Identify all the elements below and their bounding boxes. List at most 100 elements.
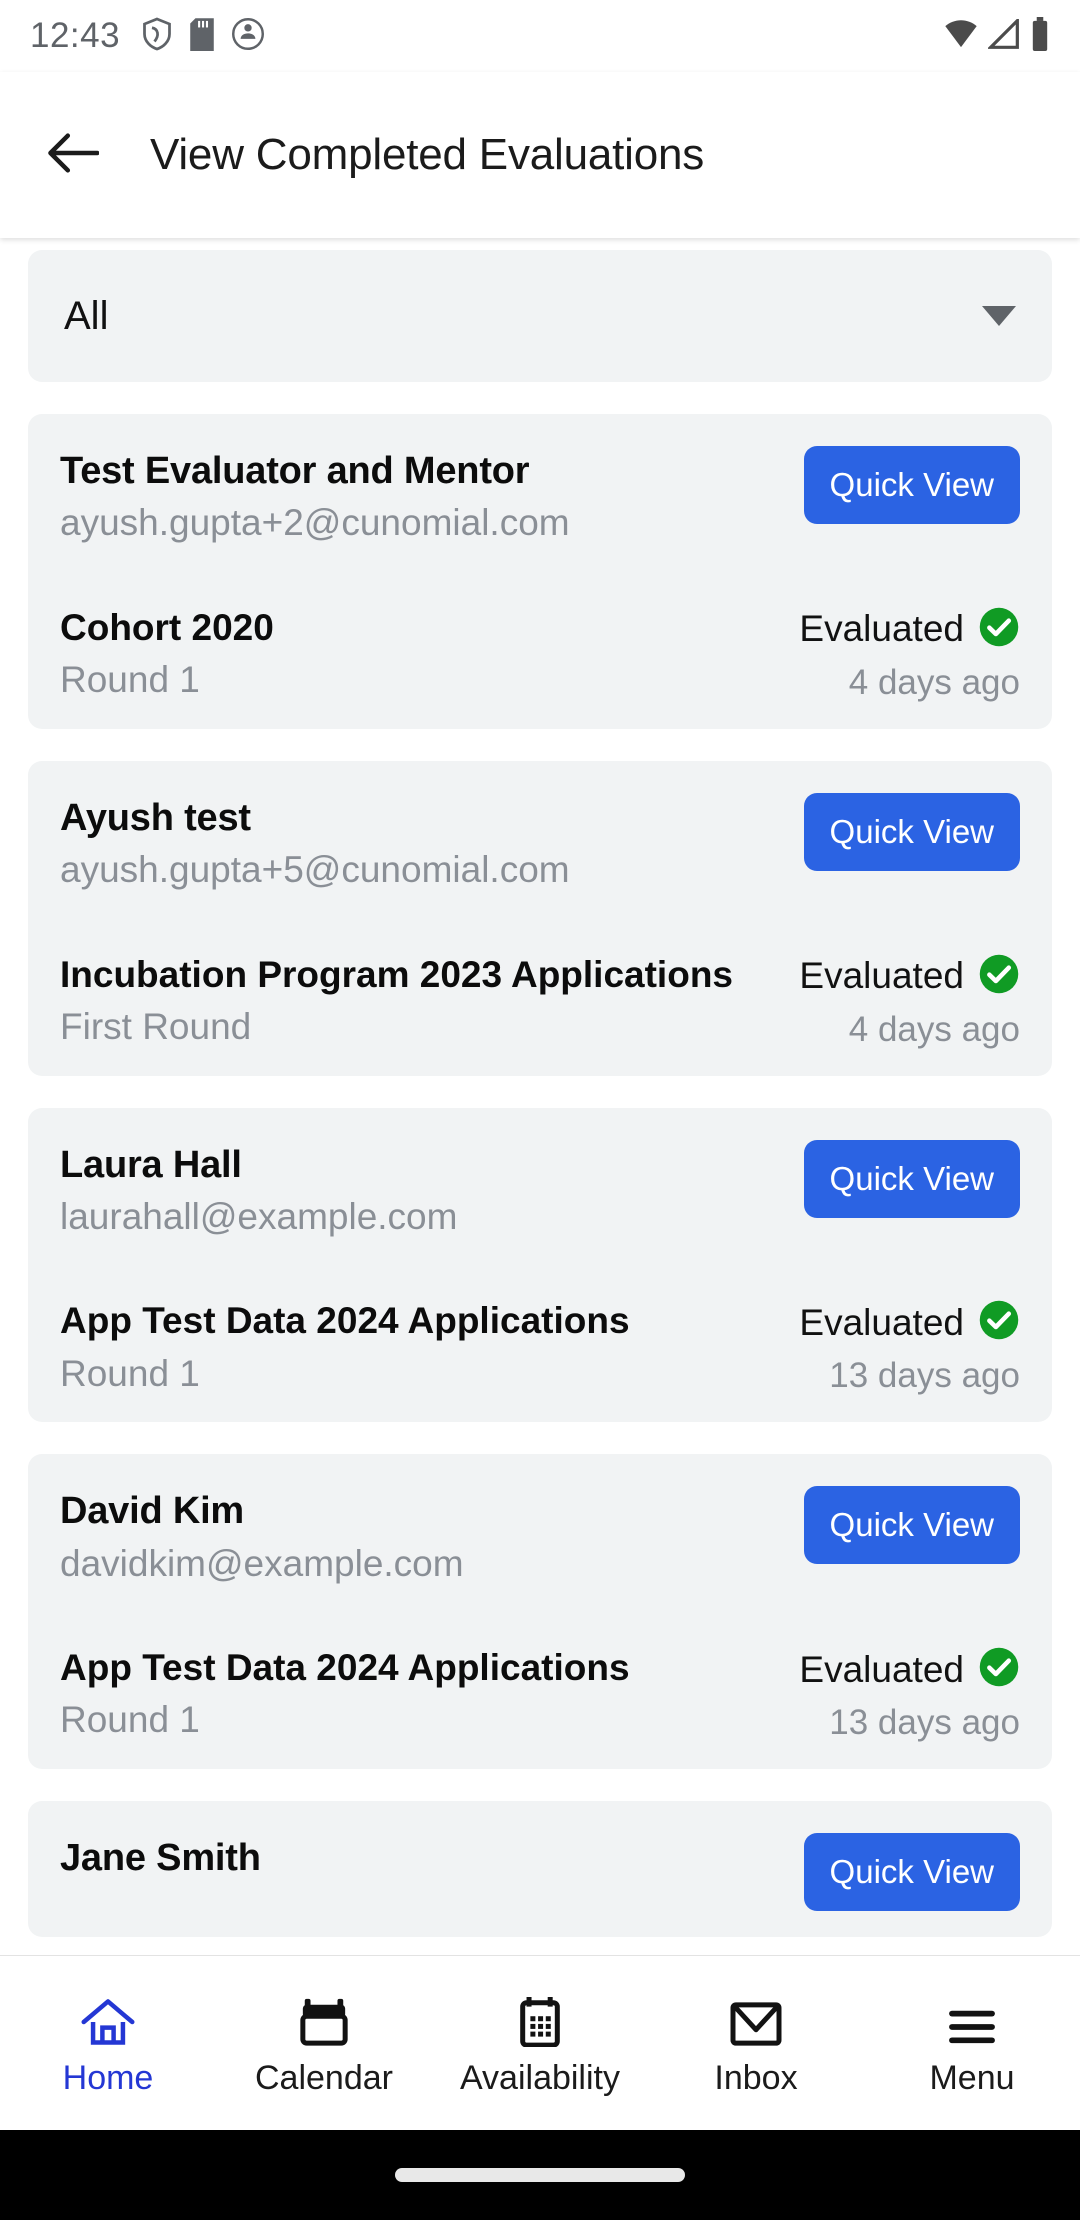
program-name: App Test Data 2024 Applications bbox=[60, 1300, 630, 1342]
nav-label-home: Home bbox=[62, 2058, 154, 2097]
program-round: Round 1 bbox=[60, 659, 200, 701]
availability-icon bbox=[514, 1989, 566, 2047]
phone-screen: 12:43 View Completed Evaluations All Tes… bbox=[0, 0, 1080, 2220]
battery-icon bbox=[1030, 16, 1050, 56]
sd-card-icon bbox=[190, 17, 214, 56]
evaluation-card-details: App Test Data 2024 Applications Round 1 … bbox=[60, 1646, 1020, 1743]
nav-item-calendar[interactable]: Calendar bbox=[216, 1989, 432, 2098]
evaluated-time: 13 days ago bbox=[829, 1356, 1020, 1396]
quick-view-button[interactable]: Quick View bbox=[803, 1139, 1020, 1218]
filter-dropdown-value: All bbox=[64, 293, 109, 338]
status-label: Evaluated bbox=[799, 1301, 964, 1343]
status-badge: Evaluated bbox=[799, 1299, 1020, 1346]
evaluator-name: David Kim bbox=[60, 1490, 245, 1533]
evaluator-email: davidkim@example.com bbox=[60, 1542, 464, 1584]
shield-icon bbox=[142, 17, 172, 56]
chevron-down-icon bbox=[982, 306, 1016, 326]
program-info: Cohort 2020 Round 1 bbox=[60, 606, 779, 703]
arrow-back-icon bbox=[47, 130, 100, 181]
evaluated-time: 13 days ago bbox=[829, 1703, 1020, 1742]
evaluated-time: 4 days ago bbox=[848, 1009, 1020, 1049]
app-circle-icon bbox=[232, 17, 265, 55]
nav-label-menu: Menu bbox=[929, 2058, 1015, 2097]
hamburger-icon bbox=[945, 1989, 999, 2047]
evaluation-card-header: David Kim davidkim@example.com Quick Vie… bbox=[60, 1484, 1020, 1586]
wifi-icon bbox=[944, 19, 978, 54]
evaluation-card[interactable]: Test Evaluator and Mentor ayush.gupta+2@… bbox=[28, 414, 1052, 729]
evaluation-card[interactable]: Jane Smith Quick View bbox=[28, 1801, 1052, 1937]
nav-item-home[interactable]: Home bbox=[0, 1989, 216, 2098]
check-circle-icon bbox=[978, 1299, 1020, 1346]
evaluation-card-header: Laura Hall laurahall@example.com Quick V… bbox=[60, 1138, 1020, 1240]
program-name: Cohort 2020 bbox=[60, 606, 274, 648]
evaluator-email: ayush.gupta+5@cunomial.com bbox=[60, 849, 570, 891]
evaluation-card[interactable]: Ayush test ayush.gupta+5@cunomial.com Qu… bbox=[28, 760, 1052, 1076]
evaluator-info: Ayush test ayush.gupta+5@cunomial.com bbox=[60, 791, 804, 893]
page-title: View Completed Evaluations bbox=[150, 130, 705, 179]
evaluations-scroll-area[interactable]: All Test Evaluator and Mentor ayush.gupt… bbox=[0, 238, 1080, 1955]
status-column: Evaluated 13 days ago bbox=[779, 1299, 1020, 1396]
status-column: Evaluated 4 days ago bbox=[779, 606, 1020, 703]
status-badge: Evaluated bbox=[799, 606, 1020, 653]
evaluator-name: Laura Hall bbox=[60, 1143, 242, 1186]
status-column: Evaluated 4 days ago bbox=[779, 953, 1020, 1050]
evaluation-card[interactable]: David Kim davidkim@example.com Quick Vie… bbox=[28, 1454, 1052, 1769]
evaluator-info: David Kim davidkim@example.com bbox=[60, 1484, 804, 1586]
status-bar-notification-icons bbox=[142, 17, 265, 56]
back-button[interactable] bbox=[18, 130, 128, 181]
program-info: Incubation Program 2023 Applications Fir… bbox=[60, 953, 779, 1050]
program-round: Round 1 bbox=[60, 1699, 200, 1741]
quick-view-button[interactable]: Quick View bbox=[803, 446, 1020, 524]
quick-view-button[interactable]: Quick View bbox=[803, 1486, 1020, 1565]
status-label: Evaluated bbox=[799, 1648, 964, 1690]
evaluator-name: Ayush test bbox=[60, 796, 251, 839]
evaluator-info: Jane Smith bbox=[60, 1831, 804, 1888]
nav-label-inbox: Inbox bbox=[714, 2058, 798, 2097]
status-column: Evaluated 13 days ago bbox=[779, 1646, 1020, 1743]
program-info: App Test Data 2024 Applications Round 1 bbox=[60, 1646, 779, 1743]
program-round: First Round bbox=[60, 1005, 252, 1047]
evaluation-card[interactable]: Laura Hall laurahall@example.com Quick V… bbox=[28, 1107, 1052, 1423]
nav-label-calendar: Calendar bbox=[255, 2058, 393, 2097]
bottom-navigation: Home Calendar Availability Inbox Menu bbox=[0, 1955, 1080, 2130]
evaluation-card-details: App Test Data 2024 Applications Round 1 … bbox=[60, 1299, 1020, 1396]
evaluation-card-details: Incubation Program 2023 Applications Fir… bbox=[60, 953, 1020, 1050]
status-label: Evaluated bbox=[799, 955, 964, 996]
nav-label-availability: Availability bbox=[459, 2058, 620, 2097]
evaluator-email: ayush.gupta+2@cunomial.com bbox=[60, 502, 570, 544]
check-circle-icon bbox=[978, 1646, 1020, 1693]
filter-dropdown[interactable]: All bbox=[28, 250, 1052, 382]
nav-item-availability[interactable]: Availability bbox=[432, 1989, 648, 2098]
signal-icon bbox=[986, 16, 1020, 54]
check-circle-icon bbox=[978, 606, 1020, 653]
gesture-handle[interactable] bbox=[395, 2168, 685, 2182]
evaluator-name: Test Evaluator and Mentor bbox=[60, 450, 530, 492]
status-badge: Evaluated bbox=[799, 1646, 1020, 1693]
nav-item-menu[interactable]: Menu bbox=[864, 1989, 1080, 2098]
evaluator-info: Test Evaluator and Mentor ayush.gupta+2@… bbox=[60, 444, 804, 546]
evaluation-card-header: Ayush test ayush.gupta+5@cunomial.com Qu… bbox=[60, 791, 1020, 893]
home-icon bbox=[80, 1989, 136, 2047]
app-bar: View Completed Evaluations bbox=[0, 72, 1080, 238]
program-name: App Test Data 2024 Applications bbox=[60, 1647, 630, 1688]
program-name: Incubation Program 2023 Applications bbox=[60, 953, 733, 995]
evaluator-info: Laura Hall laurahall@example.com bbox=[60, 1138, 804, 1240]
calendar-icon bbox=[298, 1989, 350, 2047]
program-round: Round 1 bbox=[60, 1352, 200, 1394]
status-badge: Evaluated bbox=[799, 953, 1020, 1000]
evaluated-time: 4 days ago bbox=[848, 662, 1020, 702]
evaluator-email: laurahall@example.com bbox=[60, 1195, 458, 1237]
envelope-icon bbox=[729, 1989, 783, 2047]
status-label: Evaluated bbox=[799, 608, 964, 650]
evaluation-card-details: Cohort 2020 Round 1 Evaluated 4 days ago bbox=[60, 606, 1020, 703]
evaluator-name: Jane Smith bbox=[60, 1837, 261, 1879]
evaluation-card-header: Jane Smith Quick View bbox=[60, 1831, 1020, 1911]
check-circle-icon bbox=[978, 953, 1020, 1000]
nav-item-inbox[interactable]: Inbox bbox=[648, 1989, 864, 2098]
status-bar-clock: 12:43 bbox=[30, 16, 121, 55]
system-gesture-bar bbox=[0, 2130, 1080, 2220]
program-info: App Test Data 2024 Applications Round 1 bbox=[60, 1299, 779, 1396]
status-bar: 12:43 bbox=[0, 0, 1080, 72]
quick-view-button[interactable]: Quick View bbox=[803, 1833, 1020, 1911]
quick-view-button[interactable]: Quick View bbox=[803, 792, 1020, 871]
